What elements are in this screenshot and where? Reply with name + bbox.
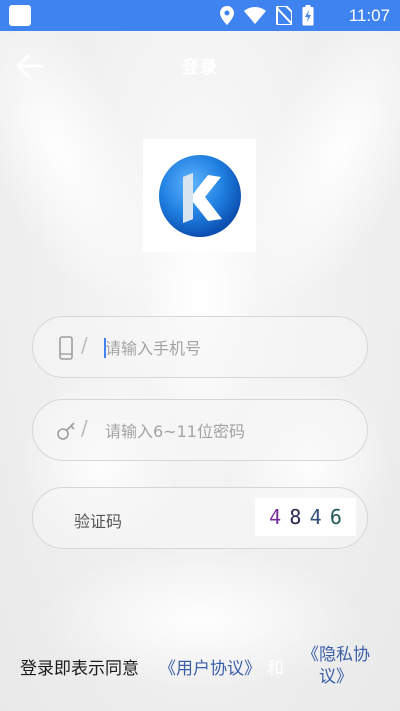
phone-field[interactable]: / <box>32 316 368 378</box>
agreement-and: 和 <box>267 659 284 679</box>
key-icon <box>57 422 75 440</box>
page-title: 登录 <box>182 58 218 78</box>
location-icon <box>220 6 234 25</box>
password-field[interactable]: / <box>32 399 368 461</box>
agreement-notice: 登录即表示同意 《用户协议》 和 《隐私协议》 <box>20 643 380 691</box>
field-divider: / <box>81 416 88 440</box>
k-logo-icon <box>159 155 241 237</box>
captcha-image[interactable]: 4 8 4 6 <box>255 498 356 536</box>
phone-input[interactable] <box>105 329 345 367</box>
field-divider: / <box>81 333 88 357</box>
password-input[interactable] <box>105 412 345 450</box>
app-logo <box>143 139 256 252</box>
app-notification-icon <box>9 5 31 26</box>
user-agreement-link[interactable]: 《用户协议》 <box>159 654 261 679</box>
no-sim-icon <box>276 6 292 25</box>
captcha-digit: 4 <box>309 505 322 529</box>
agreement-prefix: 登录即表示同意 <box>20 659 139 679</box>
captcha-digit: 4 <box>269 505 282 529</box>
wifi-icon <box>244 7 266 24</box>
captcha-label: 验证码 <box>74 512 123 531</box>
status-bar: 11:07 <box>0 0 400 31</box>
captcha-field[interactable]: 验证码 4 8 4 6 <box>32 487 368 549</box>
battery-charging-icon <box>302 5 314 26</box>
clock: 11:07 <box>348 6 390 25</box>
captcha-digit: 6 <box>329 505 342 529</box>
captcha-digit: 8 <box>289 505 302 529</box>
phone-icon <box>59 336 73 360</box>
privacy-policy-link[interactable]: 《隐私协议》 <box>296 644 376 688</box>
title-bar: 登录 <box>0 31 400 101</box>
